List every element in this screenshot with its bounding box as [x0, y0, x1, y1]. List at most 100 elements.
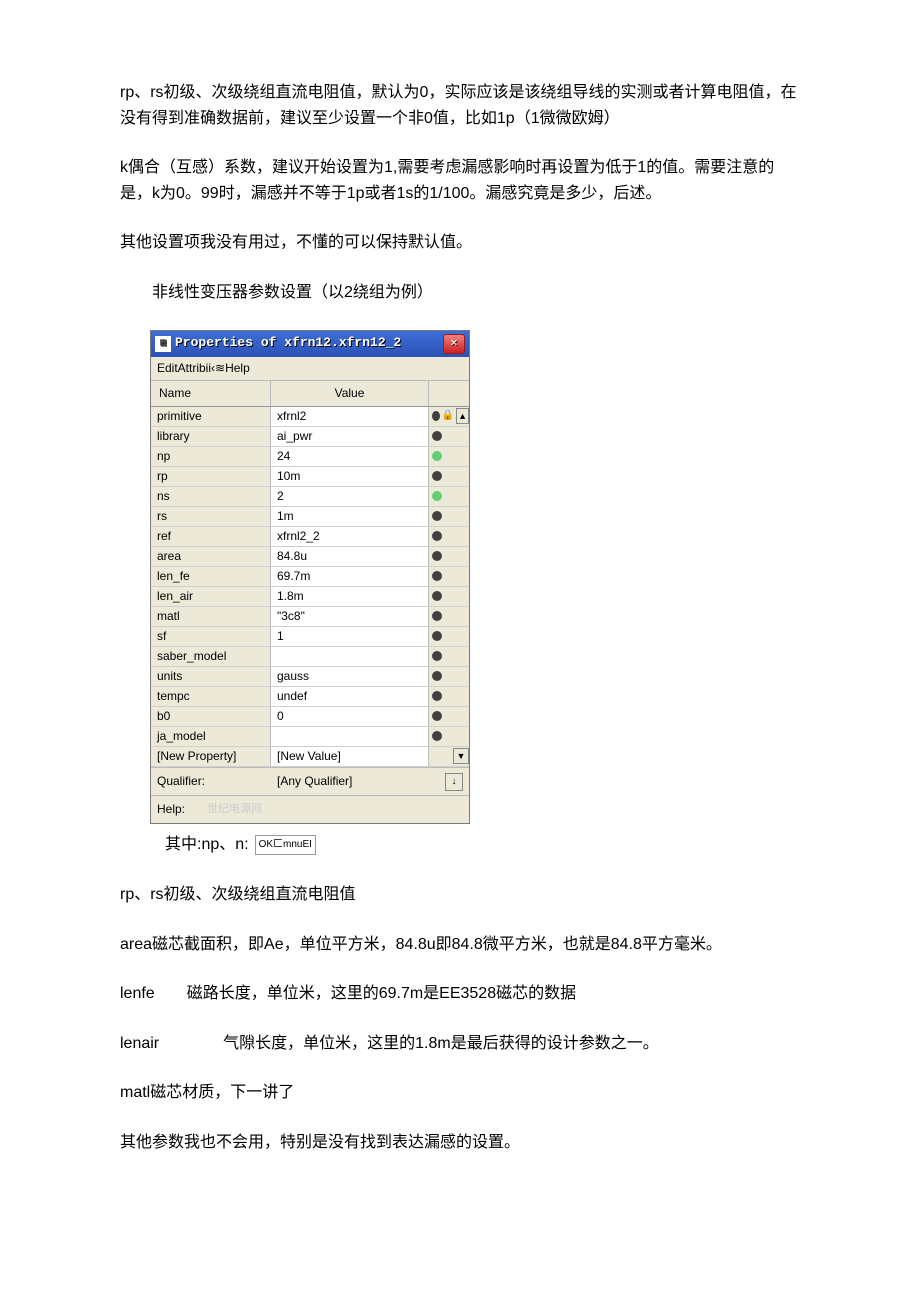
- indicator-cell: [429, 687, 469, 706]
- paragraph-other-settings: 其他设置项我没有用过，不懂的可以保持默认值。: [120, 230, 800, 256]
- help-label: Help:: [157, 800, 207, 819]
- chevron-down-icon: ↓: [452, 774, 457, 790]
- indicator-cell: [429, 647, 469, 666]
- dialog-menubar[interactable]: EditAttribii‹≋Help: [151, 357, 469, 381]
- header-name: Name: [151, 381, 271, 406]
- dialog-title: Properties of xfrn12.xfrn12_2: [175, 333, 443, 354]
- qualifier-row: Qualifier: [Any Qualifier] ↓: [151, 767, 469, 795]
- status-dot-icon: [432, 591, 442, 601]
- property-name-cell: sf: [151, 627, 271, 646]
- property-value-cell[interactable]: 1: [271, 627, 429, 646]
- indicator-cell: [429, 707, 469, 726]
- status-dot-icon: [432, 691, 442, 701]
- property-value-cell[interactable]: [271, 647, 429, 666]
- indicator-cell: [429, 727, 469, 746]
- watermark-text: 世纪电源网: [207, 801, 463, 819]
- status-dot-icon: [432, 411, 440, 421]
- close-button[interactable]: ✕: [443, 334, 465, 354]
- dialog-titlebar: ▦ Properties of xfrn12.xfrn12_2 ✕: [151, 331, 469, 357]
- app-icon: ▦: [155, 336, 171, 352]
- table-row[interactable]: np24: [151, 447, 469, 467]
- property-value-cell[interactable]: [New Value]: [271, 747, 429, 766]
- status-dot-icon: [432, 711, 442, 721]
- table-row[interactable]: sf1: [151, 627, 469, 647]
- table-row[interactable]: matl"3c8": [151, 607, 469, 627]
- status-dot-icon: [432, 471, 442, 481]
- paragraph-area: area磁芯截面积，即Ae，单位平方米，84.8u即84.8微平方米，也就是84…: [120, 932, 800, 958]
- table-row[interactable]: len_fe69.7m: [151, 567, 469, 587]
- property-value-cell[interactable]: 1m: [271, 507, 429, 526]
- qualifier-value[interactable]: [Any Qualifier]: [277, 772, 445, 791]
- property-value-cell[interactable]: xfrnl2_2: [271, 527, 429, 546]
- property-name-cell: rs: [151, 507, 271, 526]
- property-name-cell: units: [151, 667, 271, 686]
- indicator-cell: [429, 447, 469, 466]
- property-value-cell[interactable]: ai_pwr: [271, 427, 429, 446]
- table-row[interactable]: libraryai_pwr: [151, 427, 469, 447]
- property-name-cell: primitive: [151, 407, 271, 426]
- status-dot-icon: [432, 451, 442, 461]
- qualifier-label: Qualifier:: [157, 772, 277, 791]
- property-value-cell[interactable]: 84.8u: [271, 547, 429, 566]
- property-name-cell: np: [151, 447, 271, 466]
- table-row[interactable]: [New Property][New Value] ▼: [151, 747, 469, 767]
- status-dot-icon: [432, 731, 442, 741]
- header-value: Value: [271, 381, 429, 406]
- table-row[interactable]: primitivexfrnl2🔒▲: [151, 407, 469, 427]
- property-name-cell: tempc: [151, 687, 271, 706]
- status-dot-icon: [432, 531, 442, 541]
- qualifier-dropdown-button[interactable]: ↓: [445, 773, 463, 791]
- paragraph-lenair: lenair 气隙长度，单位米，这里的1.8m是最后获得的设计参数之一。: [120, 1031, 800, 1057]
- table-row[interactable]: refxfrnl2_2: [151, 527, 469, 547]
- help-row: Help: 世纪电源网: [151, 795, 469, 823]
- scroll-up-button[interactable]: ▲: [456, 408, 469, 424]
- property-name-cell: [New Property]: [151, 747, 271, 766]
- property-name-cell: ns: [151, 487, 271, 506]
- indicator-cell: [429, 627, 469, 646]
- scroll-down-button[interactable]: ▼: [453, 748, 469, 764]
- grid-header: Name Value: [151, 381, 469, 407]
- status-dot-icon: [432, 431, 442, 441]
- indicator-cell: [429, 667, 469, 686]
- close-icon: ✕: [450, 334, 457, 353]
- inline-input-fragment[interactable]: OK匚mnuEI: [255, 835, 316, 855]
- property-value-cell[interactable]: "3c8": [271, 607, 429, 626]
- property-value-cell[interactable]: undef: [271, 687, 429, 706]
- indicator-cell: [429, 427, 469, 446]
- property-value-cell[interactable]: 1.8m: [271, 587, 429, 606]
- table-row[interactable]: b00: [151, 707, 469, 727]
- table-row[interactable]: rs1m: [151, 507, 469, 527]
- status-dot-icon: [432, 651, 442, 661]
- indicator-cell: 🔒▲: [429, 407, 469, 426]
- table-row[interactable]: saber_model: [151, 647, 469, 667]
- table-row[interactable]: ns2: [151, 487, 469, 507]
- paragraph-rp-rs-2: rp、rs初级、次级绕组直流电阻值: [120, 882, 800, 908]
- property-value-cell[interactable]: 24: [271, 447, 429, 466]
- table-row[interactable]: len_air1.8m: [151, 587, 469, 607]
- paragraph-rp-rs-1: rp、rs初级、次级绕组直流电阻值，默认为0，实际应该是该绕组导线的实测或者计算…: [120, 80, 800, 131]
- property-name-cell: ref: [151, 527, 271, 546]
- table-row[interactable]: unitsgauss: [151, 667, 469, 687]
- property-name-cell: library: [151, 427, 271, 446]
- status-dot-icon: [432, 551, 442, 561]
- property-value-cell[interactable]: xfrnl2: [271, 407, 429, 426]
- property-value-cell[interactable]: [271, 727, 429, 746]
- caption-prefix: 其中:np、n:: [165, 832, 249, 858]
- table-row[interactable]: tempcundef: [151, 687, 469, 707]
- table-row[interactable]: area84.8u: [151, 547, 469, 567]
- property-value-cell[interactable]: 10m: [271, 467, 429, 486]
- table-row[interactable]: rp10m: [151, 467, 469, 487]
- indicator-cell: [429, 527, 469, 546]
- property-name-cell: len_air: [151, 587, 271, 606]
- property-value-cell[interactable]: 0: [271, 707, 429, 726]
- table-row[interactable]: ja_model: [151, 727, 469, 747]
- property-value-cell[interactable]: gauss: [271, 667, 429, 686]
- indicator-cell: ▼: [429, 747, 469, 766]
- property-value-cell[interactable]: 69.7m: [271, 567, 429, 586]
- paragraph-other-params: 其他参数我也不会用，特别是没有找到表达漏感的设置。: [120, 1130, 800, 1156]
- indicator-cell: [429, 547, 469, 566]
- property-name-cell: b0: [151, 707, 271, 726]
- properties-dialog: ▦ Properties of xfrn12.xfrn12_2 ✕ EditAt…: [150, 330, 470, 825]
- property-value-cell[interactable]: 2: [271, 487, 429, 506]
- lock-icon: 🔒: [442, 408, 454, 424]
